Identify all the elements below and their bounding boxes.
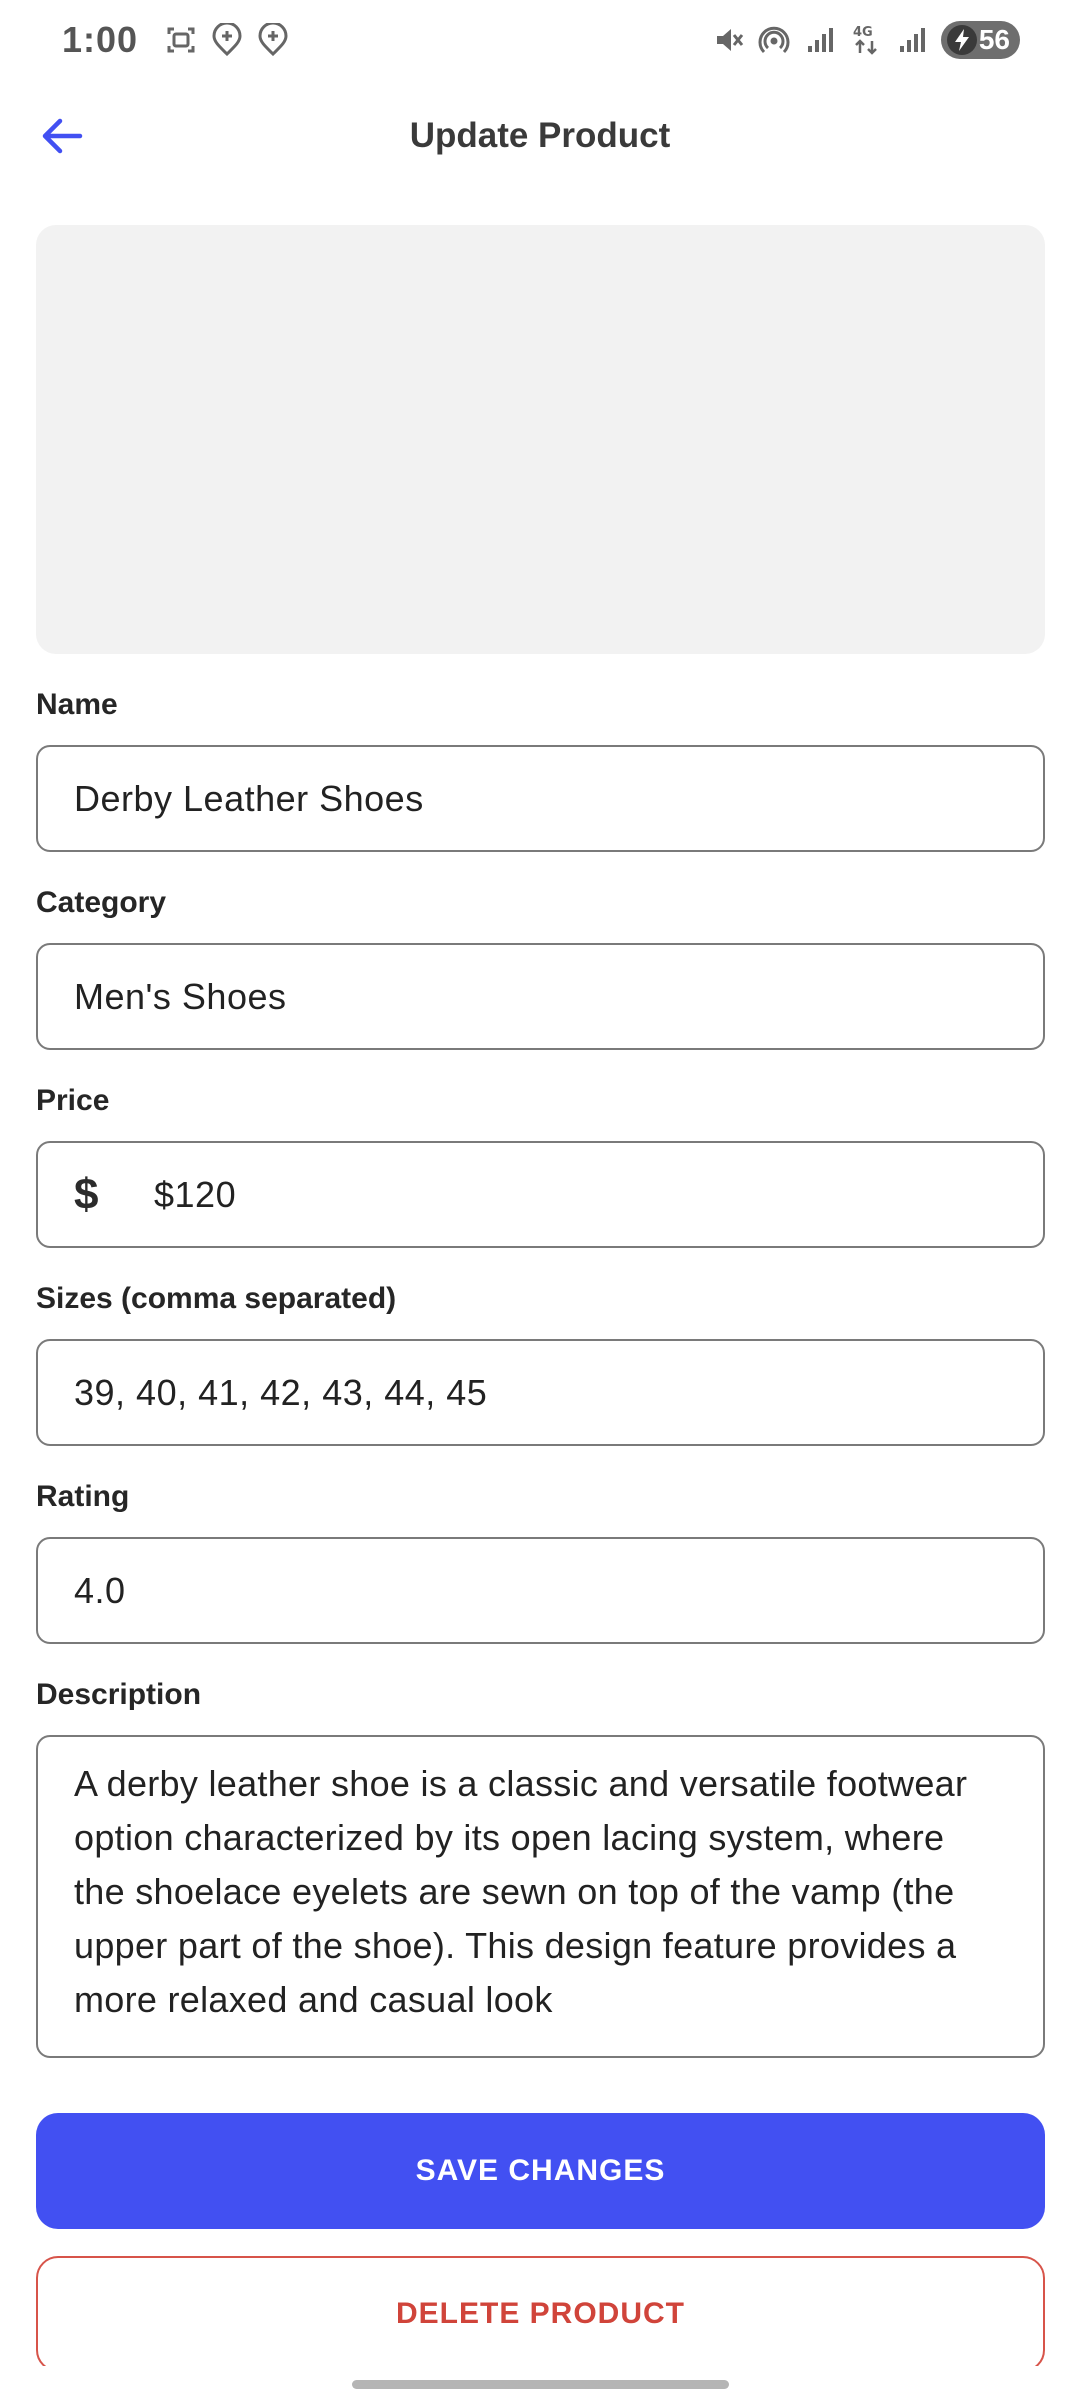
- rating-label: Rating: [36, 1480, 130, 1513]
- battery-indicator: 56: [940, 21, 1020, 59]
- arrow-left-icon: [42, 118, 83, 154]
- description-value: A derby leather shoe is a classic and ve…: [74, 1763, 968, 2020]
- page-title: Update Product: [409, 116, 671, 155]
- home-indicator[interactable]: [352, 2380, 729, 2389]
- charging-icon: [946, 25, 977, 55]
- rating-field[interactable]: 4.0: [36, 1537, 1045, 1644]
- name-value: Derby Leather Shoes: [74, 777, 424, 819]
- status-right: 4G 56: [711, 21, 1020, 59]
- sizes-field[interactable]: 39, 40, 41, 42, 43, 44, 45: [36, 1339, 1045, 1446]
- save-changes-button[interactable]: SAVE CHANGES: [36, 2113, 1045, 2229]
- update-product-screen: 1:00 4G 56 Update Product Name Derby Lea…: [0, 0, 1080, 2400]
- category-label: Category: [36, 886, 167, 919]
- name-label: Name: [36, 688, 118, 721]
- price-value: $120: [154, 1173, 237, 1215]
- hotspot-icon: [757, 23, 791, 57]
- signal-icon: [803, 23, 837, 57]
- svg-text:4G: 4G: [853, 25, 873, 40]
- screenshot-icon: [164, 23, 198, 57]
- status-bar: 1:00 4G 56: [0, 0, 1080, 80]
- price-field[interactable]: $ $120: [36, 1141, 1045, 1248]
- location-pin-plus-icon: [256, 23, 290, 57]
- signal-icon: [895, 23, 929, 57]
- description-label: Description: [36, 1678, 202, 1711]
- product-image-placeholder[interactable]: [36, 225, 1045, 654]
- network-4g-icon: 4G: [849, 23, 883, 57]
- sizes-value: 39, 40, 41, 42, 43, 44, 45: [74, 1371, 488, 1413]
- category-value: Men's Shoes: [74, 975, 287, 1017]
- back-button[interactable]: [30, 96, 94, 176]
- rating-value: 4.0: [74, 1569, 126, 1611]
- name-field[interactable]: Derby Leather Shoes: [36, 745, 1045, 852]
- category-field[interactable]: Men's Shoes: [36, 943, 1045, 1050]
- status-time: 1:00: [62, 19, 139, 60]
- description-field[interactable]: A derby leather shoe is a classic and ve…: [36, 1735, 1045, 2058]
- app-bar: Update Product: [0, 96, 1080, 176]
- dollar-icon: $: [74, 1169, 99, 1219]
- battery-level: 56: [978, 24, 1010, 55]
- price-label: Price: [36, 1084, 110, 1117]
- delete-product-button[interactable]: DELETE PRODUCT: [36, 2256, 1045, 2372]
- status-left: 1:00: [62, 19, 290, 61]
- location-pin-plus-icon: [210, 23, 244, 57]
- mute-icon: [711, 23, 745, 57]
- sizes-label: Sizes (comma separated): [36, 1282, 397, 1315]
